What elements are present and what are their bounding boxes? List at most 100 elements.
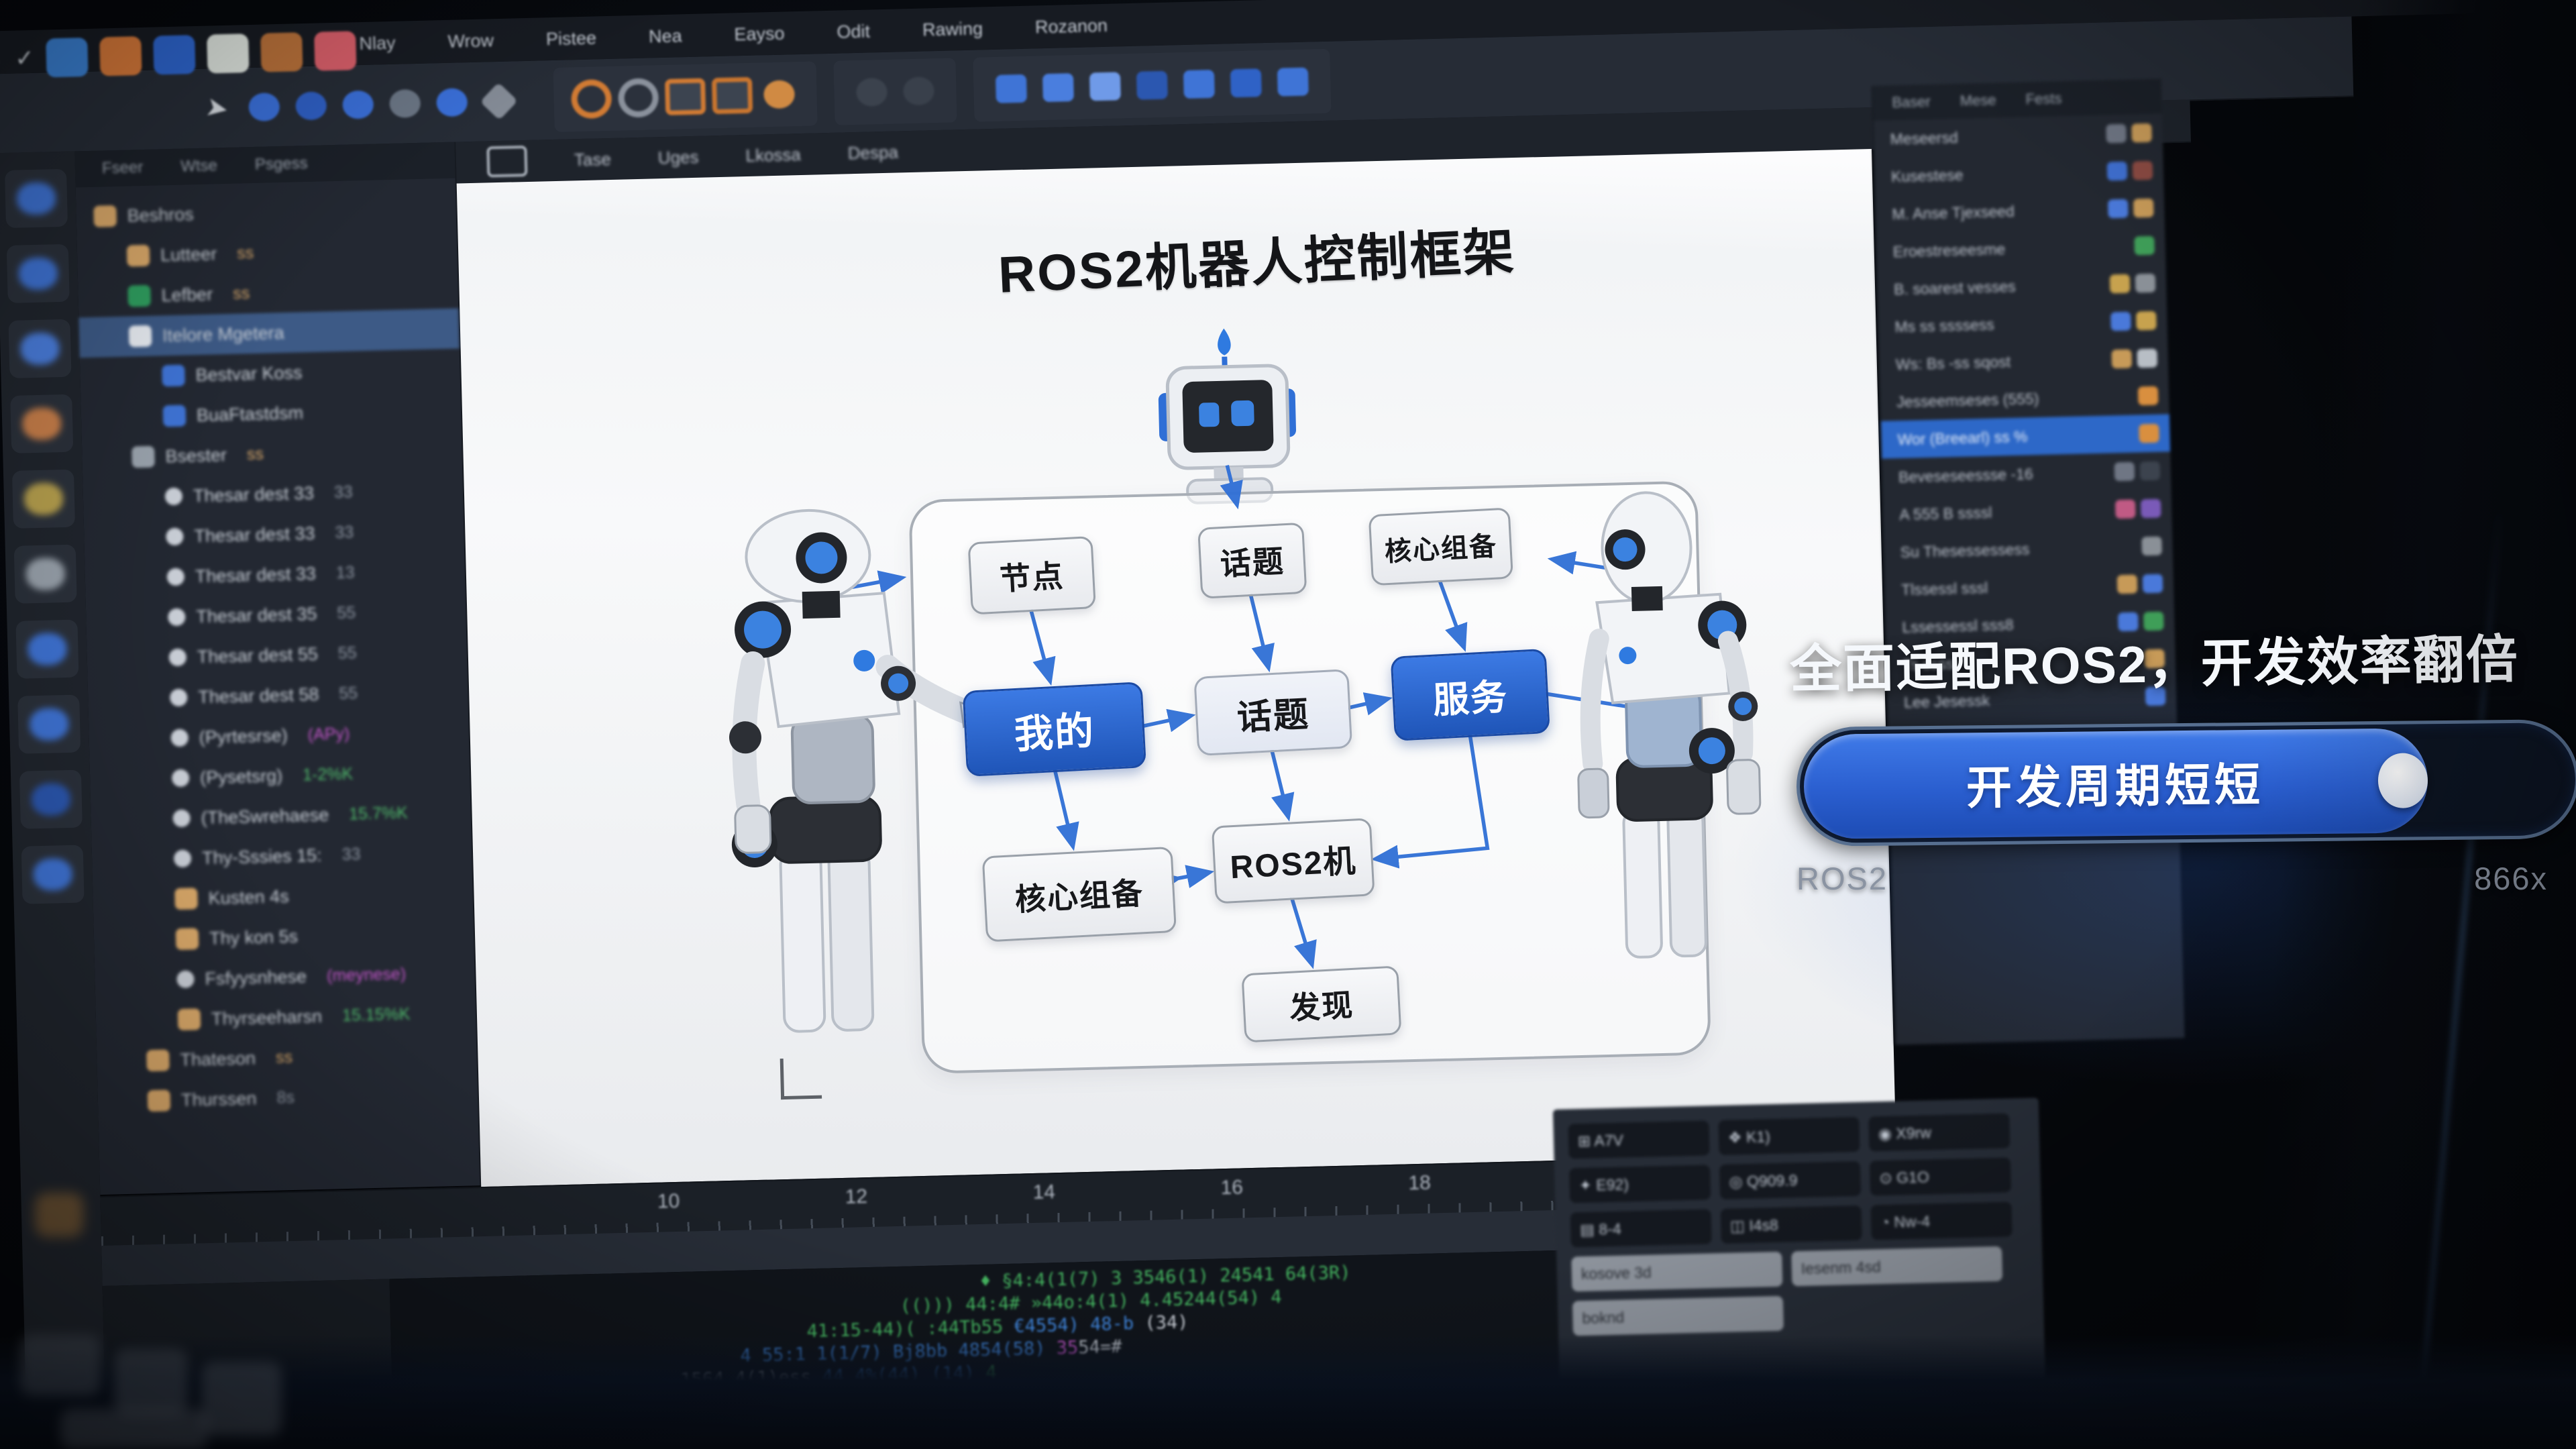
coordinate-field[interactable]: ⊞ A7V (1568, 1120, 1709, 1159)
coordinate-field[interactable]: ✦ E92) (1569, 1165, 1711, 1203)
right-panel-tab[interactable]: Baser (1892, 93, 1931, 111)
menu-item[interactable]: Nlay (359, 32, 396, 54)
dock-app-icon[interactable] (99, 36, 142, 76)
toolbar-button[interactable] (384, 85, 425, 123)
right-panel-row[interactable]: A 555 B ssssl (1883, 489, 2172, 533)
strip-glyph-icon[interactable]: ✓ (15, 45, 34, 72)
object-manager-tab[interactable]: Fseer (102, 158, 144, 178)
viewport-menu-item[interactable]: Tase (574, 148, 611, 170)
menu-item[interactable]: Rawing (922, 18, 983, 40)
toolbar-button[interactable] (898, 72, 939, 110)
coordinate-wide-field[interactable]: boknd (1572, 1296, 1784, 1336)
toolbar-button[interactable] (759, 75, 800, 113)
viewport-menu-item[interactable]: Uges (657, 146, 698, 168)
object-label: (Pysetsrg) (200, 765, 283, 788)
object-type-icon (163, 405, 186, 427)
right-panel-row[interactable]: Jesseemseses (555) (1880, 376, 2169, 421)
tool-strip-button[interactable] (19, 769, 83, 828)
toolbar-button[interactable] (431, 83, 472, 121)
right-panel-tab[interactable]: Fests (2025, 90, 2061, 108)
coordinate-wide-field[interactable]: kosove 3d (1571, 1252, 1782, 1292)
dock-app-icon[interactable] (314, 31, 356, 70)
tool-strip-button[interactable] (12, 470, 75, 529)
viewport-canvas[interactable]: ROS2机器人控制框架 (457, 149, 1896, 1189)
toolbar-button[interactable] (1226, 64, 1267, 102)
tree-row[interactable]: Thurssen 8s (97, 1073, 478, 1122)
right-panel-row[interactable]: Ws: Bs -ss sqost (1879, 339, 2168, 383)
object-value: 33 (334, 482, 354, 502)
toolbar-button[interactable] (851, 73, 892, 111)
menu-item[interactable]: Odit (837, 21, 870, 42)
right-panel-row[interactable]: Wor (Breearl) ss % (1881, 414, 2170, 458)
dock-app-icon[interactable] (260, 32, 303, 72)
toolbar-button[interactable] (991, 70, 1032, 108)
toolbar-button[interactable] (1179, 65, 1220, 103)
tool-strip-button[interactable] (5, 169, 68, 228)
coordinate-field[interactable]: ▤ 8-4 (1570, 1209, 1712, 1247)
toolbar-button[interactable] (1038, 68, 1079, 107)
right-panel-row[interactable]: Ms ss ssssess (1878, 301, 2167, 345)
dock-app-icon[interactable] (46, 38, 88, 77)
layer-color-chip (2140, 462, 2161, 481)
coordinate-field[interactable]: ◔ Nw-4 (1871, 1201, 2012, 1240)
right-panel-row[interactable]: Tlssessl sssl (1884, 564, 2174, 608)
rect-tool-icon (665, 78, 706, 115)
object-type-icon (93, 205, 117, 227)
viewport-menu-item[interactable]: Despa (847, 142, 898, 164)
toolbar-button[interactable] (478, 82, 519, 120)
right-panel-row[interactable]: Meseersd (1874, 113, 2163, 158)
coordinate-field[interactable]: ◫ I4s8 (1721, 1205, 1862, 1244)
toolbar-button[interactable] (1132, 66, 1173, 104)
round-tool-icon (856, 78, 888, 107)
coordinate-field[interactable]: ◉ X9rw (1868, 1113, 2010, 1151)
object-type-icon (165, 488, 183, 506)
coordinate-field[interactable]: ❖ K1) (1718, 1117, 1860, 1155)
toolbar-button[interactable]: ➤ (197, 89, 237, 127)
toolbar-button[interactable] (618, 78, 659, 117)
right-panel-row[interactable]: M. Anse Tjexseed (1876, 189, 2165, 233)
right-panel-row[interactable]: Kusestese (1874, 151, 2163, 195)
tool-strip-button[interactable] (21, 845, 85, 904)
tool-strip-button[interactable] (17, 695, 80, 754)
menu-item[interactable]: Wrow (447, 30, 494, 52)
display-mode-icon[interactable] (486, 146, 527, 177)
right-panel-row[interactable]: Su Thesessessess (1884, 527, 2173, 571)
flow-node: 话题 (1197, 523, 1307, 599)
tool-strip-button[interactable] (15, 620, 78, 679)
right-panel-row[interactable]: Eroestreseesme (1876, 226, 2165, 270)
toolbar-button[interactable] (1273, 62, 1313, 101)
right-panel-tab[interactable]: Mese (1960, 91, 1996, 109)
menu-item[interactable]: Pistee (546, 28, 597, 50)
toolbar-button[interactable] (665, 77, 706, 115)
object-type-icon (170, 729, 189, 747)
toolbar-button[interactable] (571, 80, 612, 118)
toolbar-button[interactable] (244, 88, 284, 126)
right-row-chips (2108, 198, 2165, 218)
tool-strip-button[interactable] (7, 244, 70, 303)
menu-item[interactable]: Rozanon (1035, 15, 1108, 38)
coordinate-field[interactable]: ◎ Q909.9 (1719, 1161, 1861, 1199)
object-manager-tab[interactable]: Wtse (180, 156, 217, 176)
right-panel-row[interactable]: B. soarest vesses (1877, 264, 2166, 308)
strip-glyph-icon[interactable]: ⌄ (0, 46, 3, 73)
right-row-chips (2106, 123, 2163, 143)
dock-app-icon[interactable] (207, 34, 249, 73)
right-panel-row[interactable]: Beveseseessse -16 (1882, 451, 2171, 496)
coordinate-wide-field[interactable]: Iesenm 4sd (1791, 1246, 2002, 1287)
tool-strip-button[interactable] (8, 319, 71, 378)
object-manager-tab[interactable]: Psgess (255, 154, 308, 174)
coordinate-field[interactable]: ⊙ G1O (1870, 1157, 2011, 1195)
tool-strip-button[interactable] (14, 545, 77, 604)
right-row-label: Eroestreseesme (1892, 240, 2005, 261)
toolbar-button[interactable] (1085, 67, 1126, 105)
toolbar-button[interactable] (290, 87, 331, 125)
tool-strip-button[interactable] (10, 394, 73, 453)
menu-item[interactable]: Eayso (734, 23, 785, 45)
viewport-menu-item[interactable]: Lkossa (745, 144, 801, 166)
square-tool-icon (1042, 73, 1074, 102)
toolbar-button[interactable] (712, 76, 753, 115)
dock-app-icon[interactable] (153, 35, 195, 74)
timeline-tick-label: 18 (1408, 1172, 1431, 1195)
menu-item[interactable]: Nea (649, 25, 682, 47)
toolbar-button[interactable] (337, 85, 378, 123)
